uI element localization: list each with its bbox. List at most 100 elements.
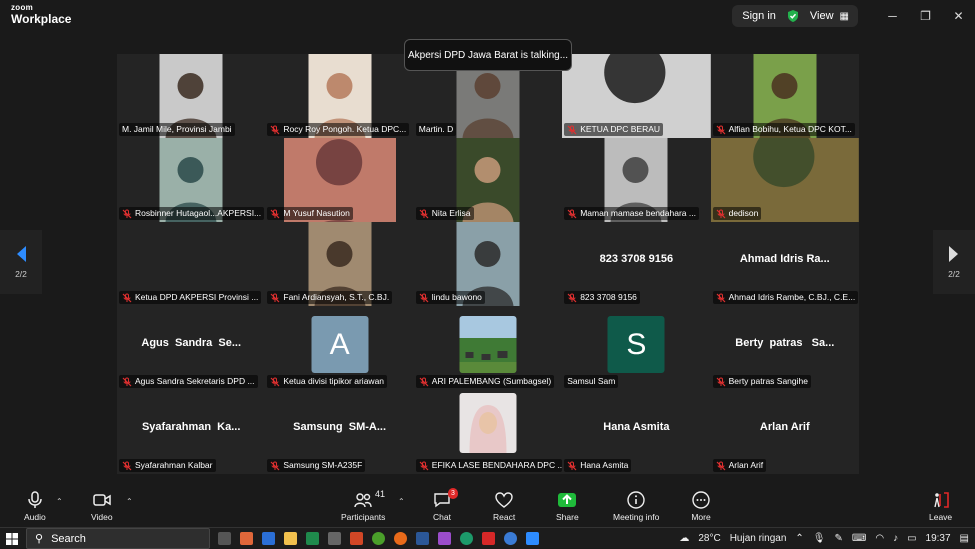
prev-page-button[interactable]: 2/2: [0, 230, 42, 294]
participant-display-name: Agus Sandra Se...: [141, 337, 242, 349]
audio-label: Audio: [24, 512, 46, 522]
participant-tile[interactable]: Arlan Arif Arlan Arif: [710, 390, 859, 474]
chrome-2-icon[interactable]: [504, 532, 517, 545]
participant-tile[interactable]: Samsung SM-A... Samsung SM-A235F: [265, 390, 414, 474]
participant-tile[interactable]: Syafarahman Ka... Syafarahman Kalbar: [117, 390, 266, 474]
participant-name: KETUA DPC BERAU: [580, 124, 661, 134]
participant-name-label: lindu bawono: [415, 291, 485, 304]
participant-tile[interactable]: S Samsul Sam: [562, 306, 711, 390]
keyboard-icon[interactable]: ⌨: [852, 533, 866, 544]
more-button[interactable]: More: [691, 490, 711, 522]
wifi-icon[interactable]: ◠: [875, 533, 884, 544]
participant-tile[interactable]: 823 3708 9156 823 3708 9156: [562, 222, 711, 306]
chrome-profile-icon[interactable]: [460, 532, 473, 545]
participant-tile[interactable]: KETUA DPC BERAU: [562, 54, 711, 138]
react-button[interactable]: React: [493, 490, 515, 522]
participant-tile[interactable]: lindu bawono: [413, 222, 563, 306]
participant-tile[interactable]: Hana Asmita Hana Asmita: [562, 390, 711, 474]
outlook-icon[interactable]: [262, 532, 275, 545]
pen-icon[interactable]: ✎: [835, 533, 843, 544]
participant-name: M. Jamil Mile, Provinsi Jambi: [122, 124, 232, 134]
participant-tile[interactable]: Rosbinner Hutagaol...AKPERSI...: [117, 138, 266, 222]
participant-name-label: Berty patras Sangihe: [712, 375, 811, 388]
video-camera-icon: [93, 494, 111, 506]
copilot-icon[interactable]: [240, 532, 253, 545]
audio-options-caret[interactable]: ⌃: [56, 497, 63, 506]
leave-button[interactable]: Leave: [929, 490, 952, 522]
participant-tile[interactable]: A Ketua divisi tipikor ariawan: [265, 306, 414, 390]
participant-display-name: Syafarahman Ka...: [141, 421, 241, 433]
participant-tile[interactable]: Rocy Roy Pongoh. Ketua DPC...: [265, 54, 414, 138]
file-explorer-icon[interactable]: [284, 532, 297, 545]
meeting-info-button[interactable]: Meeting info: [613, 490, 659, 522]
app-icon[interactable]: [438, 532, 451, 545]
excel-icon[interactable]: [306, 532, 319, 545]
meeting-toolbar: Audio ⌃ Video ⌃ Participants 41 ⌃ Chat 3…: [0, 486, 975, 526]
camera-icon[interactable]: [328, 532, 341, 545]
participant-tile[interactable]: M. Jamil Mile, Provinsi Jambi: [117, 54, 266, 138]
participant-display-name: 823 3708 9156: [599, 253, 674, 265]
windows-start-button[interactable]: [6, 528, 18, 549]
participant-tile[interactable]: dedison: [710, 138, 859, 222]
notifications-icon[interactable]: ▤: [960, 533, 969, 544]
participant-name: dedison: [728, 208, 759, 218]
clock[interactable]: 19:37: [926, 533, 951, 544]
account-pill: Sign in View ▦: [732, 5, 858, 27]
participant-tile[interactable]: Agus Sandra Se... Agus Sandra Sekretaris …: [117, 306, 266, 390]
next-page-button[interactable]: 2/2: [933, 230, 975, 294]
participant-tile[interactable]: Ketua DPD AKPERSI Provinsi ...: [117, 222, 266, 306]
participant-avatar: S: [607, 316, 665, 373]
show-hidden-icons[interactable]: ⌃: [795, 533, 803, 544]
participant-tile[interactable]: EFIKA LASE BENDAHARA DPC ...: [413, 390, 563, 474]
participants-options-caret[interactable]: ⌃: [398, 497, 405, 506]
participant-name: lindu bawono: [431, 292, 482, 302]
participant-display-name: Berty patras Sa...: [735, 337, 835, 349]
video-button[interactable]: Video: [91, 490, 113, 522]
share-label: Share: [556, 512, 579, 522]
view-button[interactable]: View: [810, 10, 834, 22]
participant-name: Fani Ardiansyah, S.T., C.BJ.: [283, 292, 390, 302]
audio-button[interactable]: Audio: [24, 490, 46, 522]
participant-name: Nita Erlisa: [431, 208, 471, 218]
wps-icon[interactable]: [482, 532, 495, 545]
powerpoint-icon[interactable]: [350, 532, 363, 545]
volume-icon[interactable]: ♪: [893, 533, 898, 544]
taskbar-search[interactable]: ⚲ Search: [26, 528, 210, 549]
share-button[interactable]: Share: [556, 490, 579, 522]
task-view-icon[interactable]: [218, 532, 231, 545]
battery-icon[interactable]: ▭: [907, 533, 916, 544]
participant-tile[interactable]: Ahmad Idris Ra... Ahmad Idris Rambe, C.BJ…: [710, 222, 859, 306]
page-indicator-left: 2/2: [15, 269, 27, 279]
sign-in-button[interactable]: Sign in: [742, 10, 776, 22]
minimize-button[interactable]: ─: [876, 0, 909, 32]
participant-display-name: Samsung SM-A...: [293, 421, 387, 433]
participant-tile[interactable]: Maman mamase bendahara ...: [562, 138, 711, 222]
participant-name-label: Ketua divisi tipikor ariawan: [267, 375, 388, 388]
info-icon: [627, 491, 645, 509]
participant-tile[interactable]: M Yusuf Nasution: [265, 138, 414, 222]
participant-name: Alfian Bobihu, Ketua DPC KOT...: [728, 124, 852, 134]
participant-tile[interactable]: ARI PALEMBANG (Sumbagsel): [413, 306, 563, 390]
mic-tray-icon[interactable]: 🎙: [813, 533, 826, 544]
participant-name-label: 823 3708 9156: [564, 291, 640, 304]
windows-logo-icon: [6, 532, 18, 545]
chat-button[interactable]: Chat 3: [432, 488, 458, 522]
video-options-caret[interactable]: ⌃: [126, 497, 133, 506]
meeting-info-label: Meeting info: [613, 512, 660, 522]
zoom-app-icon[interactable]: [526, 532, 539, 545]
participant-tile[interactable]: Alfian Bobihu, Ketua DPC KOT...: [710, 54, 859, 138]
close-button[interactable]: ✕: [942, 0, 975, 32]
restore-button[interactable]: ❐: [909, 0, 942, 32]
muted-mic-icon: [716, 209, 726, 218]
muted-mic-icon: [567, 461, 577, 470]
participant-tile[interactable]: Berty patras Sa... Berty patras Sangihe: [710, 306, 859, 390]
participant-tile[interactable]: Nita Erlisa: [413, 138, 563, 222]
word-icon[interactable]: [416, 532, 429, 545]
chrome-icon[interactable]: [372, 532, 385, 545]
participant-name-label: Martin. D: [415, 123, 457, 136]
firefox-icon[interactable]: [394, 532, 407, 545]
participant-name-label: dedison: [712, 207, 762, 220]
participant-name: Samsul Sam: [567, 376, 616, 386]
participant-tile[interactable]: Fani Ardiansyah, S.T., C.BJ.: [265, 222, 414, 306]
participant-name-label: Ketua DPD AKPERSI Provinsi ...: [119, 291, 262, 304]
